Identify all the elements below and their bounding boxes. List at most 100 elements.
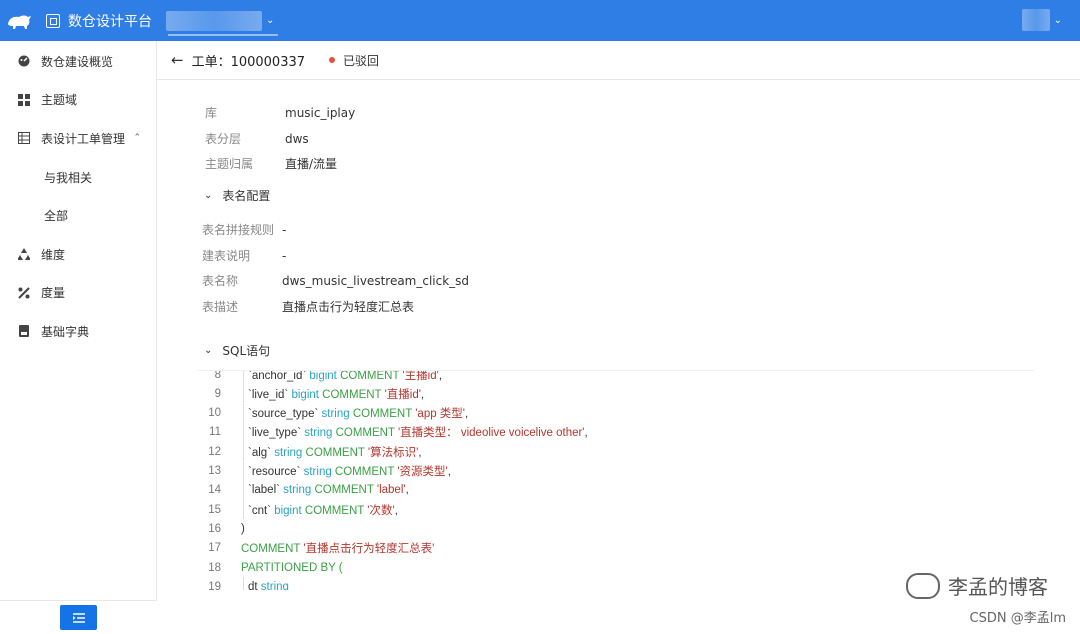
indent-guide: [243, 577, 244, 590]
code-text: `live_id` bigint COMMENT '直播id',: [248, 388, 425, 401]
field-label: 建表说明: [202, 249, 251, 263]
line-number: 12: [208, 445, 221, 458]
sidebar-item-label: 度量: [41, 286, 66, 301]
line-number: 11: [209, 426, 221, 439]
logo-icon[interactable]: [0, 0, 38, 41]
arrow-left-icon[interactable]: ←: [171, 51, 184, 69]
top-bar: 数仓设计平台 ⌄ ⌄: [0, 0, 1080, 41]
csdn-watermark: CSDN @李孟lm: [969, 611, 1066, 626]
sidebar-item-table-design[interactable]: 表设计工单管理 ⌃: [0, 119, 156, 158]
indent-guide: [243, 371, 244, 384]
field-value: dws_music_livestream_click_sd: [282, 273, 470, 288]
indent-guide: [243, 422, 244, 442]
menu-fold-icon[interactable]: [60, 605, 97, 630]
sidebar-item-all[interactable]: 全部: [0, 196, 156, 235]
brand[interactable]: 数仓设计平台: [46, 11, 152, 31]
code-text: `source_type` string COMMENT 'app 类型',: [248, 408, 469, 421]
line-number: 13: [208, 465, 221, 477]
dictionary-icon: [18, 325, 30, 338]
sidebar-item-mine[interactable]: 与我相关: [0, 158, 156, 197]
table-icon: [18, 132, 30, 145]
sidebar-item-dictionary[interactable]: 基础字典: [0, 312, 156, 351]
line-number: 17: [208, 542, 221, 555]
sidebar-item-label: 表设计工单管理: [41, 131, 126, 146]
field-create-desc: 建表说明 -: [202, 247, 286, 264]
dashboard-icon: [18, 55, 30, 67]
sidebar-item-topic[interactable]: 主题域: [0, 81, 156, 120]
sidebar-item-label: 全部: [44, 209, 69, 224]
field-value: 直播点击行为轻度汇总表: [282, 300, 415, 314]
chevron-up-icon[interactable]: ⌃: [133, 133, 141, 143]
code-line: 8 `anchor_id` bigint COMMENT '主播id',: [197, 370, 1034, 384]
indent-guide: [243, 442, 244, 462]
code-text: dt string: [248, 580, 289, 590]
line-number: 18: [208, 561, 221, 574]
sidebar: 数仓建设概览 主题域 表设计工单管理 ⌃ 与我相关 全部 维度 度量 基础字典: [0, 41, 157, 634]
measure-icon: [18, 287, 30, 299]
code-line: 14 `label` string COMMENT 'label',: [197, 480, 1034, 500]
section-sql[interactable]: ⌄ SQL语句: [204, 342, 270, 359]
line-number: 16: [208, 522, 221, 535]
sidebar-item-overview[interactable]: 数仓建设概览: [0, 42, 156, 81]
line-number: 19: [208, 580, 221, 590]
code-text: `live_type` string COMMENT '直播类型： videol…: [248, 427, 588, 440]
code-line: 15 `cnt` bigint COMMENT '次数',: [197, 500, 1034, 520]
field-topic: 主题归属 直播/流量: [205, 155, 337, 172]
sidebar-item-label: 基础字典: [41, 324, 90, 339]
line-number: 15: [208, 503, 221, 516]
sql-code-viewer[interactable]: 8 `anchor_id` bigint COMMENT '主播id', 9 `liv…: [197, 370, 1034, 590]
sidebar-item-measure[interactable]: 度量: [0, 274, 156, 313]
section-title: 表名配置: [222, 189, 271, 203]
field-name-rule: 表名拼接规则 -: [202, 221, 286, 238]
field-label: 表名称: [202, 274, 239, 288]
indent-guide: [243, 403, 244, 423]
line-number: 14: [208, 484, 221, 497]
user-menu[interactable]: ⌄: [1021, 9, 1062, 31]
ticket-title: 工单：100000337: [191, 54, 306, 70]
field-value: dws: [285, 131, 309, 146]
code-text: ): [241, 522, 245, 535]
field-label: 表分层: [205, 132, 242, 146]
chevron-down-icon: ⌄: [266, 15, 275, 26]
line-number: 8: [214, 370, 221, 381]
code-text: `anchor_id` bigint COMMENT '主播id',: [248, 370, 443, 382]
field-value: -: [282, 248, 287, 263]
code-text: COMMENT '直播点击行为轻度汇总表': [241, 543, 435, 556]
chevron-down-icon: ⌄: [204, 345, 213, 356]
field-value: 直播/流量: [285, 157, 338, 171]
field-label: 表描述: [202, 300, 239, 314]
code-line: 10 `source_type` string COMMENT 'app 类型',: [197, 403, 1034, 423]
sidebar-item-label: 数仓建设概览: [41, 54, 114, 69]
code-text: `resource` string COMMENT '资源类型',: [248, 466, 451, 478]
field-table-remark: 表描述 直播点击行为轻度汇总表: [202, 298, 414, 315]
field-value: music_iplay: [285, 105, 356, 120]
sidebar-item-dimension[interactable]: 维度: [0, 235, 156, 274]
project-name-redacted: [166, 10, 262, 31]
wechat-icon: [906, 572, 940, 599]
code-line: 11 `live_type` string COMMENT '直播类型： vide…: [197, 422, 1034, 442]
chevron-down-icon: ⌄: [204, 190, 213, 201]
section-table-name[interactable]: ⌄ 表名配置: [204, 187, 270, 204]
status-text: 已驳回: [343, 53, 380, 68]
indent-guide: [243, 500, 244, 520]
code-line: 12 `alg` string COMMENT '算法标识',: [197, 442, 1034, 462]
indent-guide: [243, 384, 244, 404]
code-line: 13 `resource` string COMMENT '资源类型',: [197, 461, 1034, 481]
sidebar-item-label: 主题域: [41, 93, 78, 108]
field-label: 库: [205, 106, 218, 120]
status-badge: 已驳回: [329, 52, 379, 69]
code-line: 9 `live_id` bigint COMMENT '直播id',: [197, 384, 1034, 404]
field-label: 表名拼接规则: [202, 223, 275, 237]
grid-icon: [18, 93, 30, 106]
field-layer: 表分层 dws: [205, 130, 309, 147]
sidebar-item-label: 与我相关: [44, 170, 93, 185]
field-db: 库 music_iplay: [205, 104, 355, 121]
code-line: 16): [197, 519, 1034, 538]
detail-panel: 库 music_iplay 表分层 dws 主题归属 直播/流量 ⌄ 表名配置 …: [157, 80, 1080, 634]
user-avatar-redacted: [1021, 9, 1050, 31]
field-label: 主题归属: [205, 157, 254, 171]
status-dot-icon: [329, 57, 336, 63]
indent-guide: [243, 480, 244, 500]
project-selector[interactable]: ⌄: [166, 10, 275, 31]
section-title: SQL语句: [222, 344, 271, 358]
